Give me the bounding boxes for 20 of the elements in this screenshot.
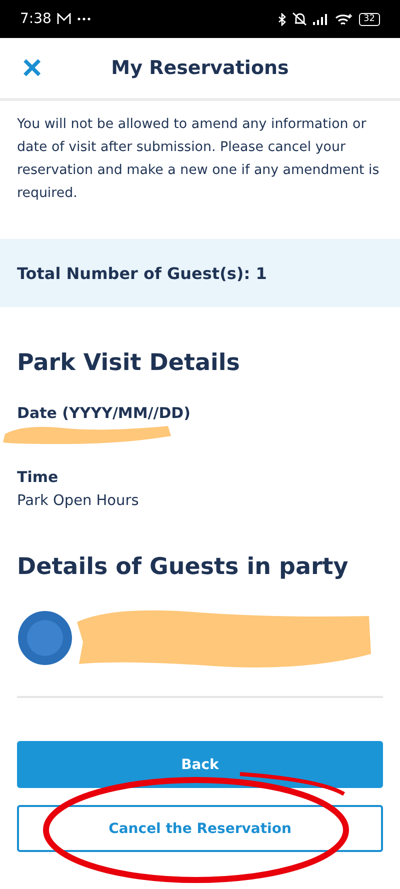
field-value: Park Open Hours	[17, 493, 140, 509]
field-label: Time	[17, 468, 60, 486]
notice-text: You will not be allowed to amend any information or date of visit after submission. Please cancel your reservation and make a new one if any amendment is required.	[17, 116, 380, 203]
status-time: 7:38	[20, 11, 52, 27]
section-heading: Park Visit Details	[17, 350, 241, 376]
more-icon	[77, 17, 92, 21]
muted-bell-icon	[292, 12, 307, 26]
bluetooth-icon	[278, 12, 286, 26]
wifi-icon	[334, 12, 353, 26]
signal-icon	[312, 13, 329, 25]
battery-indicator: 32	[358, 12, 380, 26]
avatar-icon	[17, 610, 73, 666]
guest-total-text: Total Number of Guest(s): 1	[17, 264, 267, 282]
cancel-button[interactable]: Cancel the Reservation	[17, 805, 383, 852]
page-title: My Reservations	[110, 57, 290, 79]
back-button[interactable]: Back	[17, 741, 383, 788]
mail-icon	[57, 13, 72, 25]
section-heading: Details of Guests in party	[17, 554, 350, 580]
close-button[interactable]: ×	[16, 51, 48, 85]
field-label: Date (YYYY/MM//DD)	[17, 404, 192, 422]
